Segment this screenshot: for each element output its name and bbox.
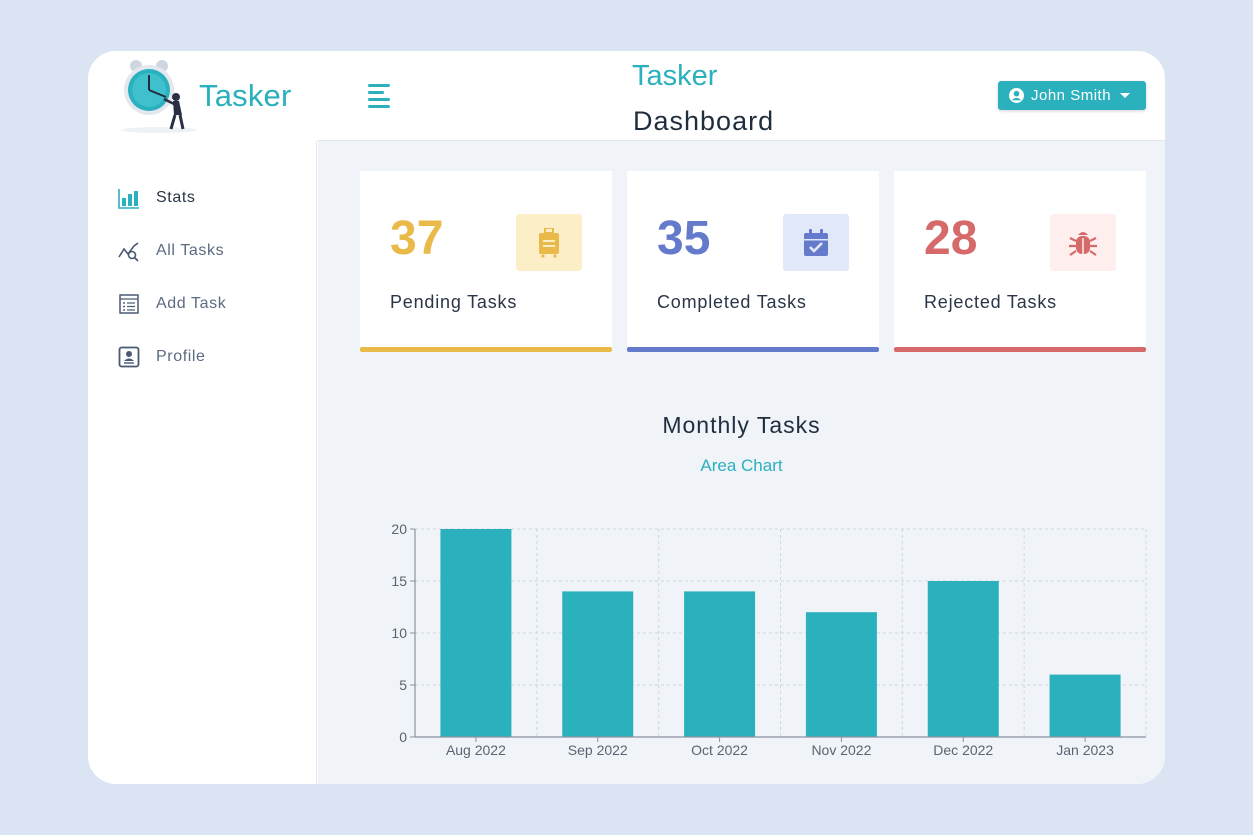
- x-tick-label: Sep 2022: [568, 742, 628, 758]
- sidebar-item-label: Add Task: [156, 295, 227, 312]
- menu-bar-icon: [368, 105, 390, 108]
- menu-bar-icon: [368, 91, 384, 94]
- x-tick-label: Aug 2022: [446, 742, 506, 758]
- x-tick-label: Oct 2022: [691, 742, 748, 758]
- y-tick-label: 20: [391, 521, 407, 537]
- bar-chart-icon: [118, 189, 139, 209]
- brand-name: Tasker: [199, 78, 292, 113]
- x-tick-label: Dec 2022: [933, 742, 993, 758]
- tasker-logo: [121, 60, 197, 133]
- user-menu-button[interactable]: John Smith: [998, 81, 1146, 110]
- sidebar-item-profile[interactable]: Profile: [118, 345, 206, 369]
- y-tick-label: 5: [399, 677, 407, 693]
- header-app-name: Tasker: [632, 60, 718, 92]
- sidebar-item-label: Profile: [156, 348, 206, 365]
- menu-bar-icon: [368, 84, 390, 87]
- top-header: Tasker Tasker Dashboard John Smith: [88, 51, 1165, 141]
- main-content: 37 Pending Tasks 35 Completed Tasks 28 R…: [318, 141, 1165, 784]
- chart-bar: [805, 612, 877, 737]
- y-tick-label: 0: [399, 729, 407, 745]
- monthly-tasks-chart: 0 5 10 15 20 Aug 2022 Sep 2022 Oct 2022 Nov 2022…: [391, 521, 1147, 758]
- user-name: John Smith: [1031, 87, 1112, 104]
- sidebar-item-label: Stats: [156, 189, 196, 206]
- sidebar-item-label: All Tasks: [156, 242, 225, 259]
- x-tick-label: Jan 2023: [1056, 742, 1114, 758]
- y-tick-label: 10: [391, 625, 407, 641]
- menu-toggle-button[interactable]: [366, 84, 396, 110]
- app-window: Tasker Tasker Dashboard John Smith Stats…: [88, 51, 1165, 784]
- chevron-down-icon: [1120, 93, 1131, 98]
- chart-bar: [440, 529, 512, 737]
- menu-bar-icon: [368, 98, 390, 101]
- sidebar-item-add-task[interactable]: Add Task: [118, 292, 226, 316]
- task-list-icon: [119, 294, 139, 314]
- sidebar: Stats All Tasks Add Task Profile: [88, 141, 317, 784]
- sidebar-item-stats[interactable]: Stats: [118, 186, 195, 210]
- x-tick-label: Nov 2022: [811, 742, 871, 758]
- profile-card-icon: [118, 346, 140, 368]
- user-circle-icon: [1009, 88, 1024, 103]
- page-title: Dashboard: [633, 106, 775, 136]
- y-tick-label: 15: [391, 573, 407, 589]
- chart-bar: [927, 581, 999, 737]
- sidebar-item-all-tasks[interactable]: All Tasks: [118, 239, 224, 263]
- trend-search-icon: [118, 242, 139, 262]
- chart-bar: [1049, 674, 1121, 737]
- chart-bar: [684, 591, 756, 737]
- chart-bar: [562, 591, 634, 737]
